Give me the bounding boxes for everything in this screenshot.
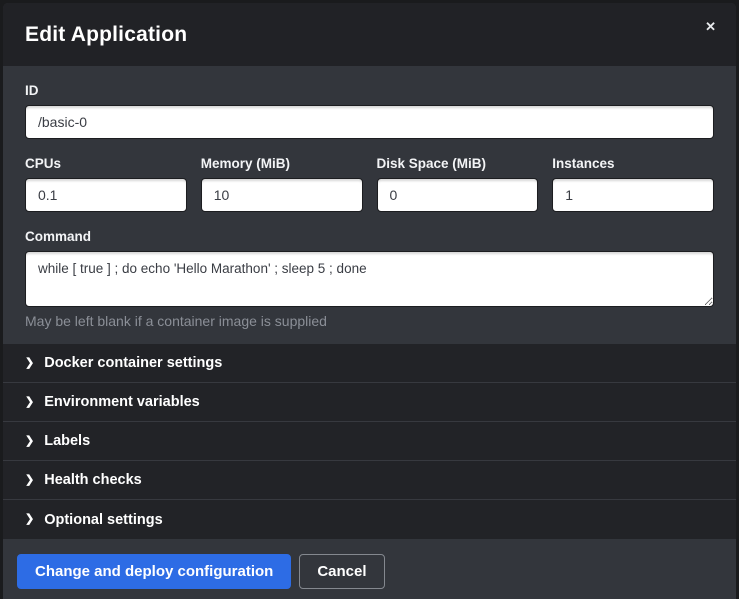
- cpus-label: CPUs: [25, 156, 187, 172]
- section-docker-container-settings[interactable]: ❯ Docker container settings: [3, 344, 736, 383]
- change-and-deploy-button[interactable]: Change and deploy configuration: [17, 554, 291, 589]
- cpus-input[interactable]: [25, 178, 187, 212]
- command-help-text: May be left blank if a container image i…: [25, 313, 714, 330]
- field-group-cpus: CPUs: [25, 156, 187, 212]
- chevron-right-icon: ❯: [25, 358, 34, 369]
- disk-input[interactable]: [377, 178, 539, 212]
- command-label: Command: [25, 229, 714, 245]
- edit-application-modal: Edit Application ✕ ID CPUs Memory (MiB) …: [3, 3, 736, 599]
- resources-row: CPUs Memory (MiB) Disk Space (MiB) Insta…: [25, 156, 714, 212]
- section-label: Docker container settings: [44, 355, 222, 371]
- disk-label: Disk Space (MiB): [377, 156, 539, 172]
- section-health-checks[interactable]: ❯ Health checks: [3, 461, 736, 500]
- modal-title: Edit Application: [25, 23, 187, 47]
- memory-label: Memory (MiB): [201, 156, 363, 172]
- section-label: Labels: [44, 433, 90, 449]
- modal-header: Edit Application ✕: [3, 3, 736, 66]
- instances-label: Instances: [552, 156, 714, 172]
- chevron-right-icon: ❯: [25, 475, 34, 486]
- command-textarea[interactable]: while [ true ] ; do echo 'Hello Marathon…: [25, 251, 714, 307]
- field-group-command: Command while [ true ] ; do echo 'Hello …: [25, 229, 714, 330]
- close-icon[interactable]: ✕: [701, 16, 720, 37]
- section-label: Environment variables: [44, 394, 200, 410]
- field-group-memory: Memory (MiB): [201, 156, 363, 212]
- modal-footer: Change and deploy configuration Cancel: [3, 539, 736, 599]
- field-group-instances: Instances: [552, 156, 714, 212]
- chevron-right-icon: ❯: [25, 436, 34, 447]
- section-label: Health checks: [44, 472, 142, 488]
- section-environment-variables[interactable]: ❯ Environment variables: [3, 383, 736, 422]
- chevron-right-icon: ❯: [25, 514, 34, 525]
- section-labels[interactable]: ❯ Labels: [3, 422, 736, 461]
- modal-form: ID CPUs Memory (MiB) Disk Space (MiB) In…: [3, 66, 736, 330]
- field-group-id: ID: [25, 83, 714, 139]
- field-group-disk: Disk Space (MiB): [377, 156, 539, 212]
- chevron-right-icon: ❯: [25, 397, 34, 408]
- instances-input[interactable]: [552, 178, 714, 212]
- memory-input[interactable]: [201, 178, 363, 212]
- collapsible-sections: ❯ Docker container settings ❯ Environmen…: [3, 344, 736, 539]
- id-label: ID: [25, 83, 714, 99]
- id-input[interactable]: [25, 105, 714, 139]
- section-label: Optional settings: [44, 512, 162, 528]
- section-optional-settings[interactable]: ❯ Optional settings: [3, 500, 736, 539]
- cancel-button[interactable]: Cancel: [299, 554, 384, 589]
